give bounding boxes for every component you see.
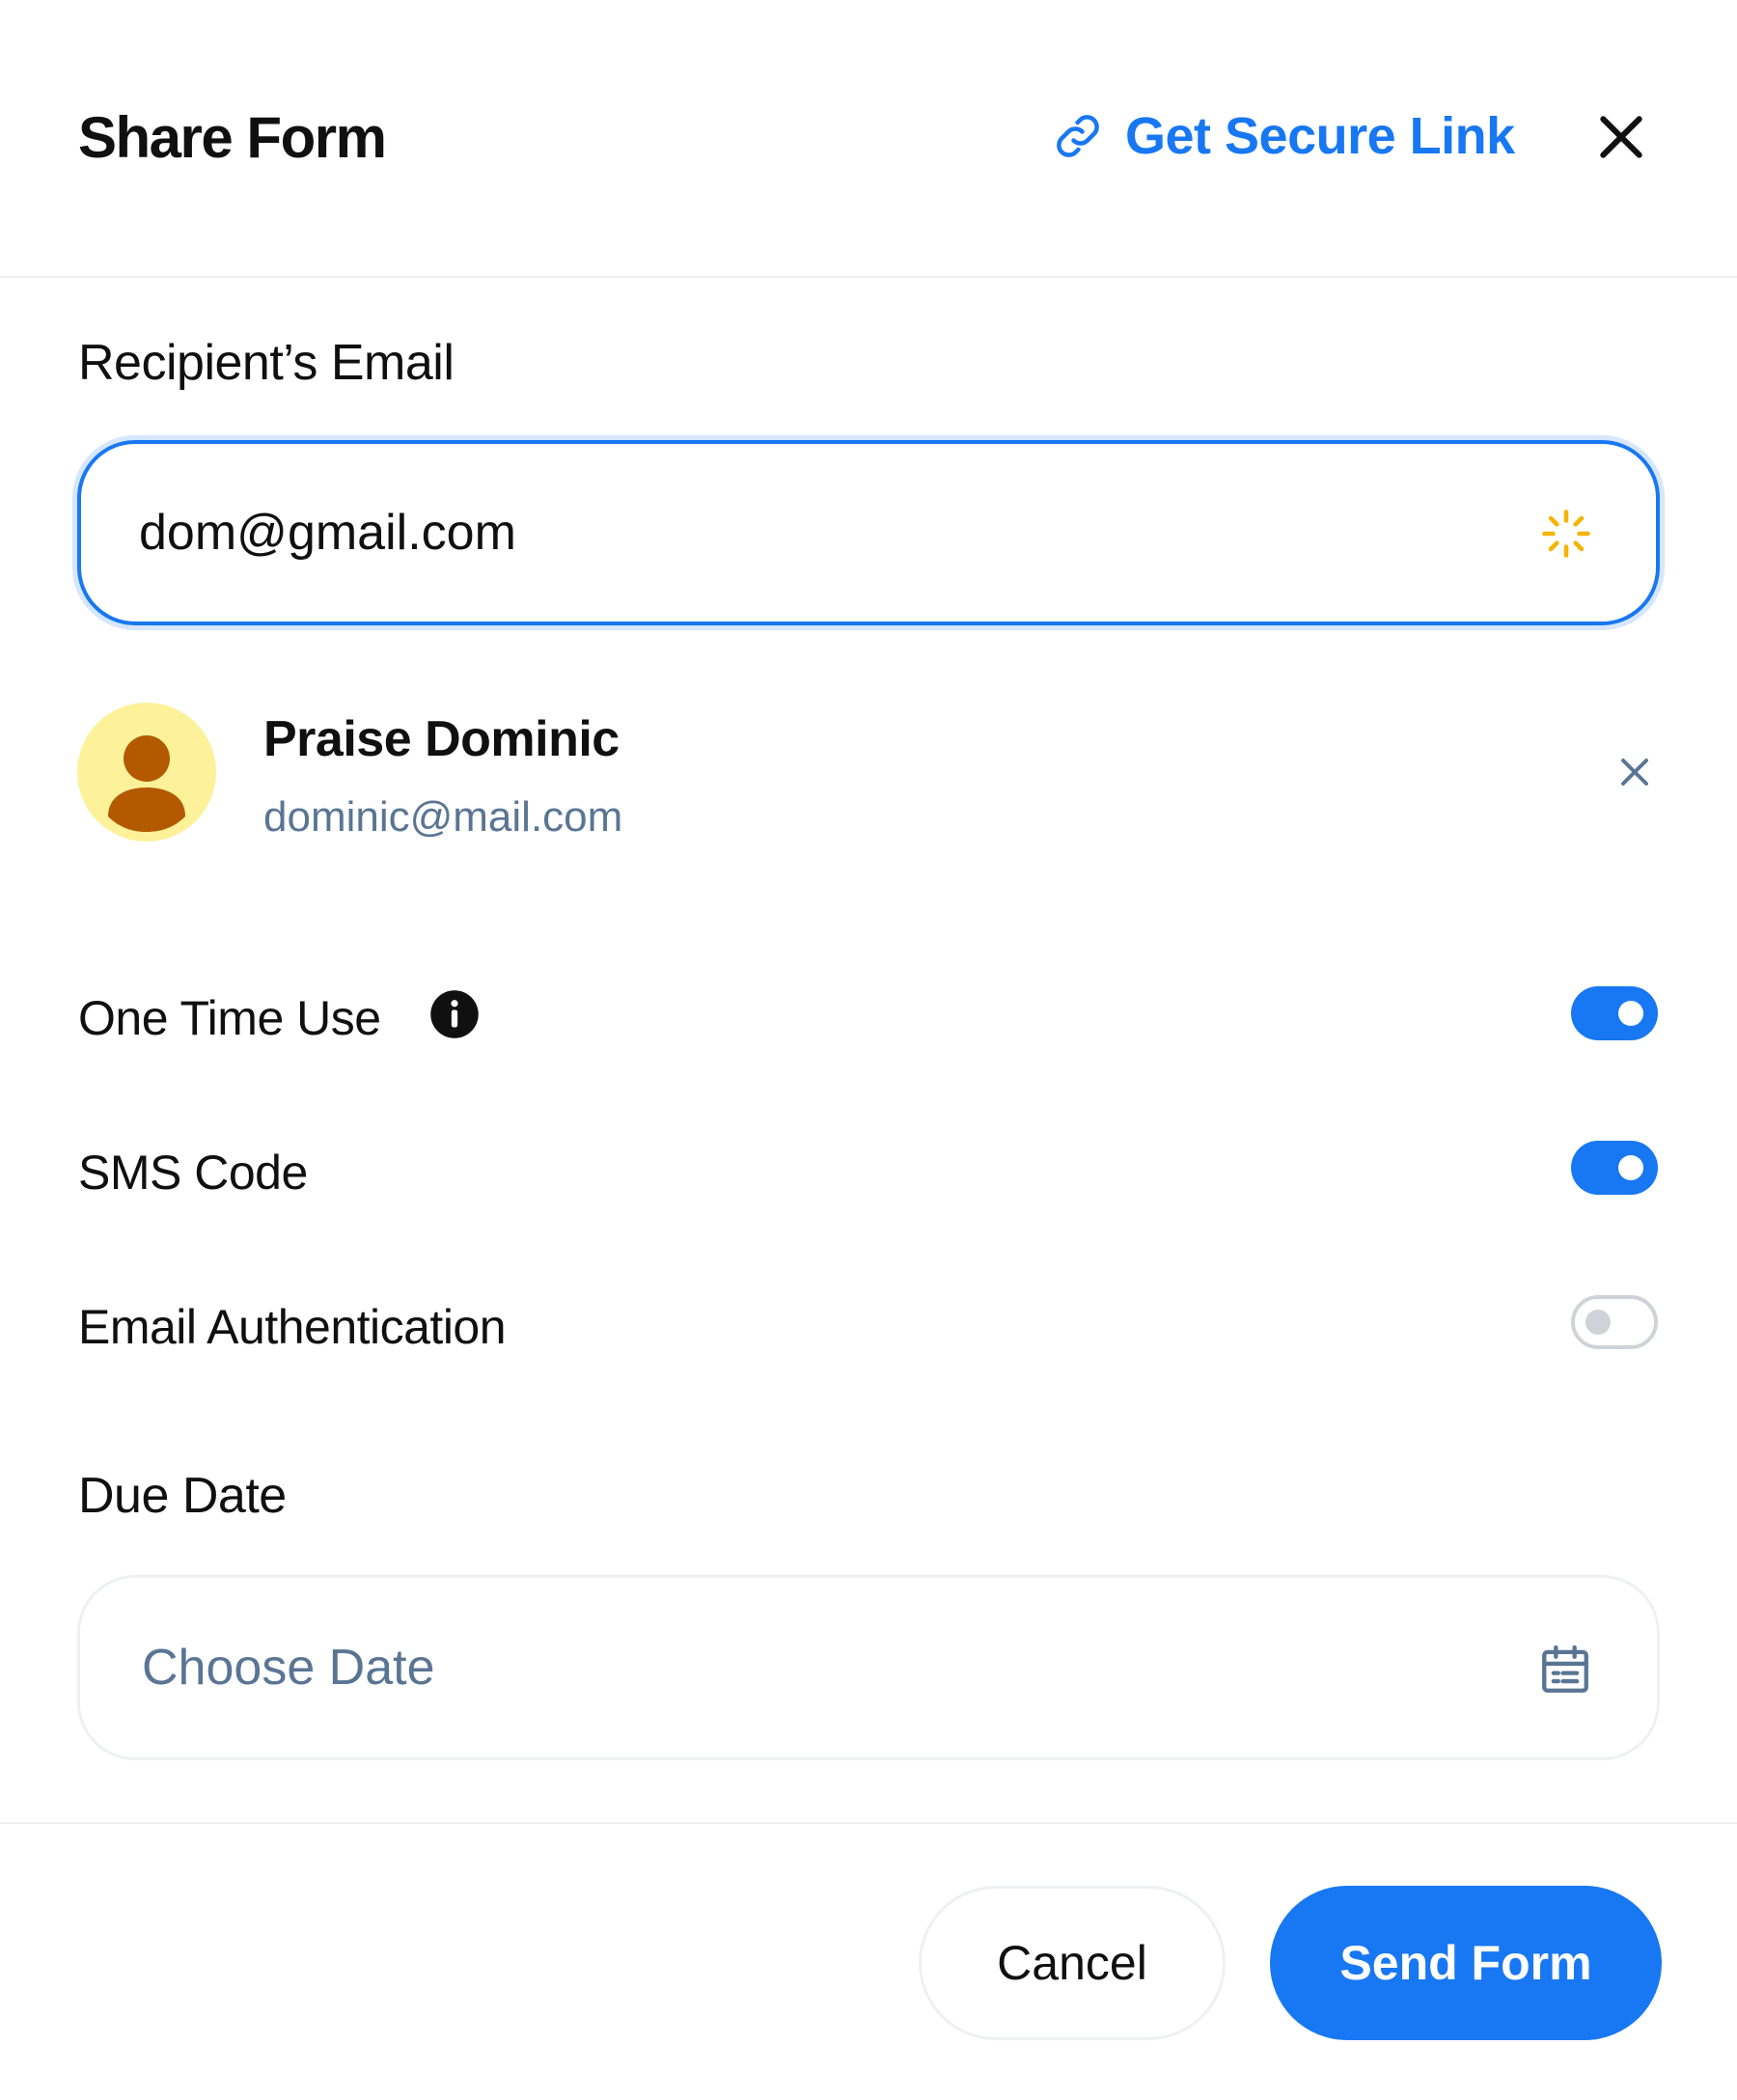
cancel-button[interactable]: Cancel — [919, 1886, 1226, 2040]
recipient-email: dominic@mail.com — [263, 793, 623, 841]
sms-code-toggle[interactable] — [1571, 1141, 1658, 1195]
email-authentication-toggle[interactable] — [1571, 1295, 1658, 1349]
option-sms-code: SMS Code — [78, 1141, 1661, 1200]
due-date-input[interactable]: Choose Date — [77, 1575, 1660, 1760]
send-form-button[interactable]: Send Form — [1270, 1886, 1662, 2040]
toggle-knob — [1618, 1155, 1643, 1180]
due-date-label: Due Date — [78, 1468, 287, 1524]
toggle-knob — [1618, 1001, 1643, 1026]
dialog-title: Share Form — [78, 105, 387, 170]
remove-recipient-icon[interactable] — [1617, 755, 1652, 789]
recipient-name: Praise Dominic — [263, 711, 620, 767]
close-icon[interactable] — [1594, 110, 1648, 164]
calendar-icon[interactable] — [1537, 1642, 1593, 1698]
option-one-time-use: One Time Use — [78, 986, 1661, 1045]
share-form-dialog: Share Form Get Secure Link Recipient’s E… — [0, 0, 1737, 2100]
get-secure-link-label: Get Secure Link — [1125, 107, 1515, 165]
toggle-knob — [1585, 1310, 1611, 1335]
dialog-header: Share Form Get Secure Link — [0, 0, 1737, 278]
option-label: One Time Use — [78, 991, 381, 1045]
recipient-avatar — [77, 703, 216, 842]
option-label: SMS Code — [78, 1146, 308, 1200]
option-label: Email Authentication — [78, 1300, 507, 1354]
one-time-use-toggle[interactable] — [1571, 986, 1658, 1040]
link-icon — [1057, 115, 1099, 157]
info-icon[interactable] — [428, 988, 481, 1040]
due-date-placeholder: Choose Date — [142, 1640, 435, 1696]
dialog-footer: Cancel Send Form — [0, 1822, 1737, 2100]
recipient-email-input[interactable]: dom@gmail.com — [77, 440, 1660, 625]
recipient-email-value[interactable]: dom@gmail.com — [139, 504, 516, 562]
user-avatar-icon — [108, 735, 185, 832]
option-email-authentication: Email Authentication — [78, 1295, 1661, 1354]
recipient-email-label: Recipient’s Email — [78, 335, 455, 391]
get-secure-link-button[interactable]: Get Secure Link — [1052, 106, 1515, 166]
loading-spinner-icon — [1542, 510, 1590, 558]
